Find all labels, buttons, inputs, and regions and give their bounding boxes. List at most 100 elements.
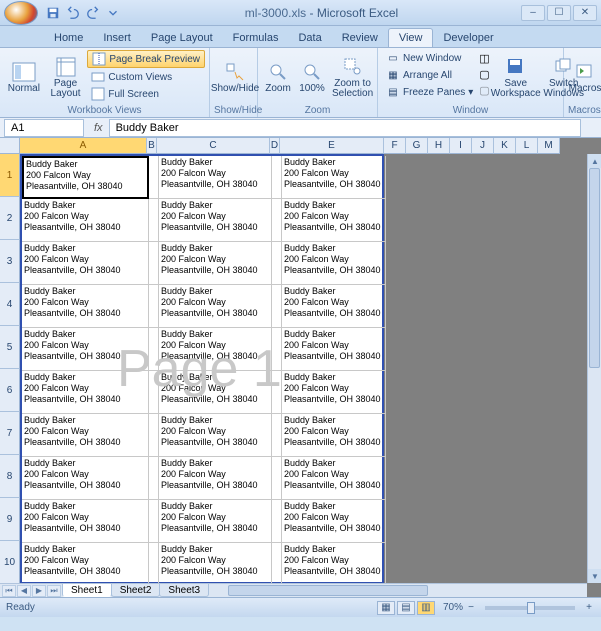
cell[interactable]: Buddy Baker200 Falcon WayPleasantville, … bbox=[282, 199, 386, 242]
cell[interactable]: Buddy Baker200 Falcon WayPleasantville, … bbox=[159, 500, 272, 543]
pagelayout-view-btn[interactable]: ▤ bbox=[397, 601, 415, 615]
maximize-button[interactable]: ☐ bbox=[547, 5, 571, 21]
zoom-percent[interactable]: 70% bbox=[443, 602, 463, 613]
cell[interactable]: Buddy Baker200 Falcon WayPleasantville, … bbox=[22, 156, 149, 199]
undo-icon[interactable] bbox=[64, 4, 82, 22]
scroll-down-icon[interactable]: ▼ bbox=[588, 569, 601, 583]
full-screen-button[interactable]: Full Screen bbox=[87, 86, 205, 102]
row-header-8[interactable]: 8 bbox=[0, 455, 20, 498]
cell[interactable] bbox=[149, 371, 159, 414]
cell[interactable] bbox=[272, 328, 282, 371]
hscroll-thumb[interactable] bbox=[228, 585, 428, 596]
col-header-L[interactable]: L bbox=[516, 138, 538, 154]
pagebreak-view-btn[interactable]: ▥ bbox=[417, 601, 435, 615]
cell[interactable] bbox=[272, 457, 282, 500]
cell[interactable] bbox=[149, 156, 159, 199]
cell[interactable]: Buddy Baker200 Falcon WayPleasantville, … bbox=[159, 156, 272, 199]
zoom-100-button[interactable]: 100% bbox=[296, 50, 328, 104]
cell[interactable]: Buddy Baker200 Falcon WayPleasantville, … bbox=[282, 414, 386, 457]
col-header-K[interactable]: K bbox=[494, 138, 516, 154]
tab-insert[interactable]: Insert bbox=[93, 29, 141, 47]
zoom-selection-button[interactable]: Zoom to Selection bbox=[330, 50, 375, 104]
sheet-body[interactable]: Buddy Baker200 Falcon WayPleasantville, … bbox=[20, 154, 587, 583]
cell[interactable] bbox=[149, 500, 159, 543]
tab-page-layout[interactable]: Page Layout bbox=[141, 29, 223, 47]
tab-developer[interactable]: Developer bbox=[433, 29, 503, 47]
cell[interactable]: Buddy Baker200 Falcon WayPleasantville, … bbox=[22, 328, 149, 371]
page-layout-button[interactable]: Page Layout bbox=[46, 50, 86, 104]
new-window-button[interactable]: ▭New Window bbox=[382, 50, 477, 66]
cell[interactable]: Buddy Baker200 Falcon WayPleasantville, … bbox=[159, 242, 272, 285]
tab-view[interactable]: View bbox=[388, 28, 434, 47]
cell[interactable] bbox=[149, 457, 159, 500]
col-header-B[interactable]: B bbox=[147, 138, 157, 154]
unhide-icon[interactable]: ▢ bbox=[479, 84, 489, 97]
cell[interactable]: Buddy Baker200 Falcon WayPleasantville, … bbox=[22, 199, 149, 242]
arrange-all-button[interactable]: ▦Arrange All bbox=[382, 67, 477, 83]
sheet-tab-sheet2[interactable]: Sheet2 bbox=[111, 584, 161, 597]
freeze-panes-button[interactable]: ▤Freeze Panes ▾ bbox=[382, 84, 477, 100]
custom-views-button[interactable]: Custom Views bbox=[87, 69, 205, 85]
sheet-tab-sheet3[interactable]: Sheet3 bbox=[159, 584, 209, 597]
cell[interactable]: Buddy Baker200 Falcon WayPleasantville, … bbox=[159, 285, 272, 328]
cell[interactable]: Buddy Baker200 Falcon WayPleasantville, … bbox=[159, 414, 272, 457]
cell[interactable] bbox=[272, 156, 282, 199]
col-header-C[interactable]: C bbox=[157, 138, 270, 154]
office-button[interactable] bbox=[4, 1, 38, 25]
vertical-scrollbar[interactable]: ▲ ▼ bbox=[587, 154, 601, 583]
sheet-tab-sheet1[interactable]: Sheet1 bbox=[62, 584, 112, 597]
tab-nav-last[interactable]: ⏭ bbox=[47, 585, 61, 597]
showhide-button[interactable]: Show/Hide bbox=[214, 50, 256, 104]
close-button[interactable]: ✕ bbox=[573, 5, 597, 21]
save-icon[interactable] bbox=[44, 4, 62, 22]
page-break-preview-button[interactable]: Page Break Preview bbox=[87, 50, 205, 68]
row-header-2[interactable]: 2 bbox=[0, 197, 20, 240]
cell[interactable]: Buddy Baker200 Falcon WayPleasantville, … bbox=[159, 543, 272, 583]
cell[interactable] bbox=[149, 199, 159, 242]
zoom-handle[interactable] bbox=[527, 602, 535, 614]
col-header-I[interactable]: I bbox=[450, 138, 472, 154]
cell[interactable] bbox=[149, 543, 159, 583]
cell[interactable] bbox=[272, 500, 282, 543]
cell[interactable] bbox=[149, 328, 159, 371]
cell[interactable]: Buddy Baker200 Falcon WayPleasantville, … bbox=[282, 457, 386, 500]
row-header-10[interactable]: 10 bbox=[0, 541, 20, 584]
tab-formulas[interactable]: Formulas bbox=[223, 29, 289, 47]
row-header-4[interactable]: 4 bbox=[0, 283, 20, 326]
tab-review[interactable]: Review bbox=[332, 29, 388, 47]
cell[interactable]: Buddy Baker200 Falcon WayPleasantville, … bbox=[282, 371, 386, 414]
cell[interactable] bbox=[272, 242, 282, 285]
cell[interactable]: Buddy Baker200 Falcon WayPleasantville, … bbox=[22, 285, 149, 328]
cell[interactable]: Buddy Baker200 Falcon WayPleasantville, … bbox=[22, 543, 149, 583]
cell[interactable]: Buddy Baker200 Falcon WayPleasantville, … bbox=[159, 371, 272, 414]
tab-data[interactable]: Data bbox=[288, 29, 331, 47]
row-header-5[interactable]: 5 bbox=[0, 326, 20, 369]
normal-button[interactable]: Normal bbox=[4, 50, 44, 104]
cell[interactable]: Buddy Baker200 Falcon WayPleasantville, … bbox=[282, 156, 386, 199]
cell[interactable] bbox=[272, 371, 282, 414]
tab-nav-prev[interactable]: ◀ bbox=[17, 585, 31, 597]
cell[interactable]: Buddy Baker200 Falcon WayPleasantville, … bbox=[22, 371, 149, 414]
fx-icon[interactable]: fx bbox=[88, 122, 109, 134]
vscroll-thumb[interactable] bbox=[589, 168, 600, 368]
minimize-button[interactable]: – bbox=[521, 5, 545, 21]
select-all-corner[interactable] bbox=[0, 138, 20, 154]
cell[interactable]: Buddy Baker200 Falcon WayPleasantville, … bbox=[159, 457, 272, 500]
row-header-9[interactable]: 9 bbox=[0, 498, 20, 541]
col-header-A[interactable]: A bbox=[20, 138, 147, 154]
col-header-D[interactable]: D bbox=[270, 138, 280, 154]
col-header-J[interactable]: J bbox=[472, 138, 494, 154]
tab-nav-next[interactable]: ▶ bbox=[32, 585, 46, 597]
zoom-button[interactable]: Zoom bbox=[262, 50, 294, 104]
cell[interactable]: Buddy Baker200 Falcon WayPleasantville, … bbox=[159, 328, 272, 371]
cell[interactable] bbox=[272, 543, 282, 583]
zoom-slider[interactable] bbox=[485, 606, 575, 610]
scroll-up-icon[interactable]: ▲ bbox=[588, 154, 601, 168]
save-workspace-button[interactable]: Save Workspace bbox=[492, 50, 540, 104]
cell[interactable]: Buddy Baker200 Falcon WayPleasantville, … bbox=[22, 457, 149, 500]
row-header-1[interactable]: 1 bbox=[0, 154, 20, 197]
zoom-in-button[interactable]: + bbox=[583, 602, 595, 613]
cell[interactable]: Buddy Baker200 Falcon WayPleasantville, … bbox=[22, 242, 149, 285]
cell[interactable] bbox=[272, 414, 282, 457]
row-header-7[interactable]: 7 bbox=[0, 412, 20, 455]
